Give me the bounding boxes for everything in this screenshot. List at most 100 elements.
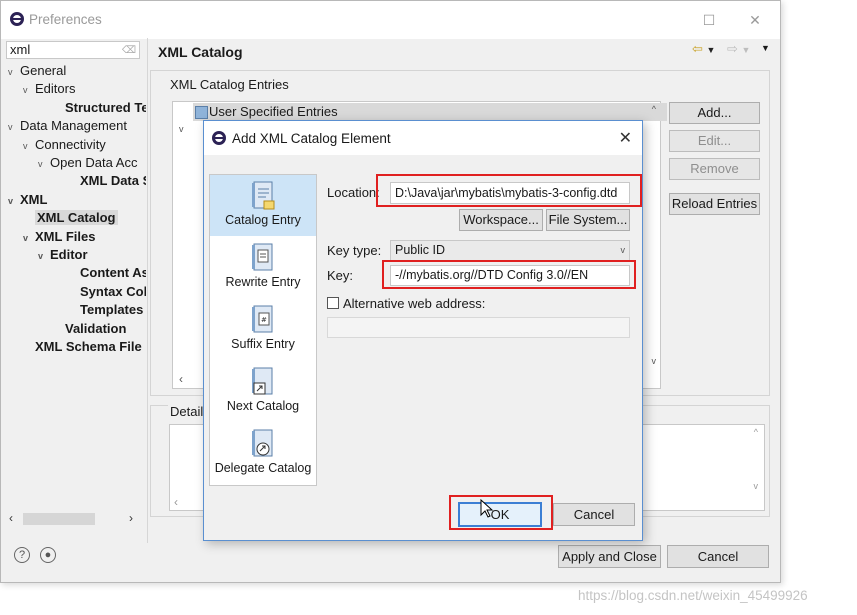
workspace-button[interactable]: Workspace... bbox=[459, 209, 543, 231]
tree-header-label: User Specified Entries bbox=[209, 104, 338, 119]
close-icon[interactable]: ✕ bbox=[745, 10, 765, 30]
tree-item-label: Templates bbox=[80, 302, 144, 318]
scroll-thumb[interactable] bbox=[23, 513, 95, 525]
tree-item[interactable]: v General bbox=[8, 62, 66, 80]
back-arrow-icon[interactable]: ⇦ ▼ bbox=[692, 41, 715, 57]
apply-and-close-button[interactable]: Apply and Close bbox=[558, 545, 661, 568]
scroll-up-icon[interactable]: ^ bbox=[754, 427, 758, 437]
window-title: Preferences bbox=[29, 12, 102, 27]
scroll-left-icon[interactable]: ‹ bbox=[179, 372, 183, 386]
key-highlight-box bbox=[382, 260, 636, 289]
expand-twisty-icon[interactable]: v bbox=[179, 124, 184, 134]
file-system-button[interactable]: File System... bbox=[546, 209, 630, 231]
type-label: Rewrite Entry bbox=[225, 275, 301, 289]
cancel-button[interactable]: Cancel bbox=[667, 545, 769, 568]
type-label: Next Catalog bbox=[226, 399, 300, 413]
element-type-list[interactable]: Catalog Entry Rewrite Entry # Suffix Ent… bbox=[209, 174, 317, 486]
add-catalog-element-dialog: Add XML Catalog Element ✕ Catalog Entry … bbox=[203, 120, 643, 541]
chevron-down-icon[interactable]: v bbox=[8, 63, 20, 81]
chevron-down-icon[interactable]: v bbox=[8, 118, 20, 136]
tree-item-label: Open Data Acc bbox=[50, 155, 138, 170]
tree-item-label: XML Schema File bbox=[35, 339, 142, 354]
scroll-left-icon[interactable]: ‹ bbox=[174, 495, 178, 509]
tree-item[interactable]: Syntax Colc bbox=[68, 283, 146, 301]
tree-item-label: XML Catalog bbox=[35, 210, 118, 226]
tree-item[interactable]: v Editors bbox=[23, 80, 75, 98]
tree-item-label: Editors bbox=[35, 81, 76, 97]
remove-button[interactable]: Remove bbox=[669, 158, 760, 180]
scroll-right-icon[interactable]: › bbox=[129, 511, 133, 525]
sash-divider[interactable] bbox=[147, 38, 148, 543]
chevron-down-icon[interactable]: v bbox=[38, 155, 50, 173]
chevron-down-icon[interactable]: v bbox=[23, 81, 35, 99]
watermark-text: https://blog.csdn.net/weixin_45499926 bbox=[578, 588, 808, 603]
tree-item[interactable]: v XML bbox=[8, 191, 47, 209]
ok-highlight-box bbox=[449, 495, 553, 530]
type-delegate-catalog[interactable]: Delegate Catalog bbox=[210, 427, 316, 485]
alternative-address-checkbox[interactable] bbox=[327, 297, 339, 309]
tree-item[interactable]: v Editor bbox=[38, 246, 88, 264]
key-type-select[interactable]: Public ID v bbox=[390, 240, 630, 261]
tree-item[interactable]: Content As bbox=[68, 264, 146, 282]
tree-item-label: General bbox=[20, 63, 67, 78]
edit-button[interactable]: Edit... bbox=[669, 130, 760, 152]
eclipse-app-icon bbox=[212, 131, 226, 145]
view-menu-icon[interactable]: ▼ bbox=[761, 43, 770, 53]
import-export-icon[interactable]: ● bbox=[40, 547, 56, 563]
help-icon[interactable]: ? bbox=[14, 547, 30, 563]
tree-item-label: Structured Te bbox=[65, 99, 146, 115]
alternative-address-input[interactable] bbox=[327, 317, 630, 338]
tree-item-label: Connectivity bbox=[35, 136, 106, 152]
tree-item[interactable]: v Connectivity bbox=[23, 136, 106, 154]
mouse-cursor-icon bbox=[480, 499, 494, 518]
reload-entries-button[interactable]: Reload Entries bbox=[669, 193, 760, 215]
rewrite-entry-icon bbox=[252, 243, 273, 271]
dialog-cancel-button[interactable]: Cancel bbox=[553, 503, 635, 526]
preferences-tree[interactable]: v General v Editors Structured Te v Data Manag… bbox=[0, 62, 146, 512]
filter-input[interactable]: xml ⌫ bbox=[6, 41, 140, 59]
add-button[interactable]: Add... bbox=[669, 102, 760, 124]
type-label: Delegate Catalog bbox=[214, 461, 312, 475]
key-type-label: Key type: bbox=[327, 243, 382, 258]
type-next-catalog[interactable]: Next Catalog bbox=[210, 365, 316, 423]
tree-item-label: Data Management bbox=[20, 118, 127, 134]
tree-item[interactable]: v Open Data Acc bbox=[38, 154, 137, 172]
maximize-icon[interactable]: ☐ bbox=[699, 10, 719, 30]
tree-horizontal-scrollbar[interactable]: ‹ › bbox=[3, 511, 143, 527]
tree-item[interactable]: Templates bbox=[68, 301, 143, 319]
chevron-down-icon[interactable]: v bbox=[8, 192, 20, 210]
tree-item[interactable]: XML Data S bbox=[68, 172, 146, 190]
clear-filter-icon[interactable]: ⌫ bbox=[122, 43, 136, 59]
key-label: Key: bbox=[327, 268, 354, 283]
scroll-left-icon[interactable]: ‹ bbox=[9, 511, 13, 525]
tree-item[interactable]: XML Schema File bbox=[23, 338, 142, 356]
catalog-entry-form: Location: D:\Java\jar\mybatis\mybatis-3-… bbox=[319, 174, 642, 486]
chevron-down-icon[interactable]: v bbox=[38, 247, 50, 265]
chevron-down-icon[interactable]: v bbox=[23, 229, 35, 247]
type-catalog-entry[interactable]: Catalog Entry bbox=[210, 175, 316, 236]
tree-item[interactable]: XML Catalog bbox=[23, 209, 118, 227]
forward-arrow-icon[interactable]: ⇨ ▼ bbox=[727, 41, 750, 57]
chevron-down-icon[interactable]: v bbox=[621, 241, 626, 260]
tree-item[interactable]: v XML Files bbox=[23, 228, 95, 246]
dialog-close-icon[interactable]: ✕ bbox=[619, 128, 632, 148]
filter-value: xml bbox=[10, 42, 31, 57]
scroll-down-icon[interactable]: v bbox=[754, 481, 759, 491]
tree-item-label: Editor bbox=[50, 247, 88, 262]
tree-item[interactable]: Validation bbox=[53, 320, 126, 338]
dialog-title-bar: Add XML Catalog Element ✕ bbox=[204, 121, 642, 155]
chevron-down-icon[interactable]: v bbox=[23, 137, 35, 155]
type-label: Suffix Entry bbox=[231, 337, 295, 351]
scroll-down-icon[interactable]: v bbox=[652, 356, 657, 366]
delegate-catalog-icon bbox=[252, 429, 273, 457]
tree-item[interactable]: Structured Te bbox=[53, 99, 146, 117]
eclipse-app-icon bbox=[10, 12, 24, 26]
user-specified-entries-node[interactable]: User Specified Entries bbox=[193, 103, 667, 121]
location-label: Location: bbox=[327, 185, 380, 200]
tree-item[interactable]: v Data Management bbox=[8, 117, 127, 135]
scroll-up-icon[interactable]: ^ bbox=[652, 104, 656, 114]
type-rewrite-entry[interactable]: Rewrite Entry bbox=[210, 241, 316, 299]
location-highlight-box bbox=[376, 174, 642, 207]
dialog-title: Add XML Catalog Element bbox=[232, 131, 391, 146]
type-suffix-entry[interactable]: # Suffix Entry bbox=[210, 303, 316, 361]
